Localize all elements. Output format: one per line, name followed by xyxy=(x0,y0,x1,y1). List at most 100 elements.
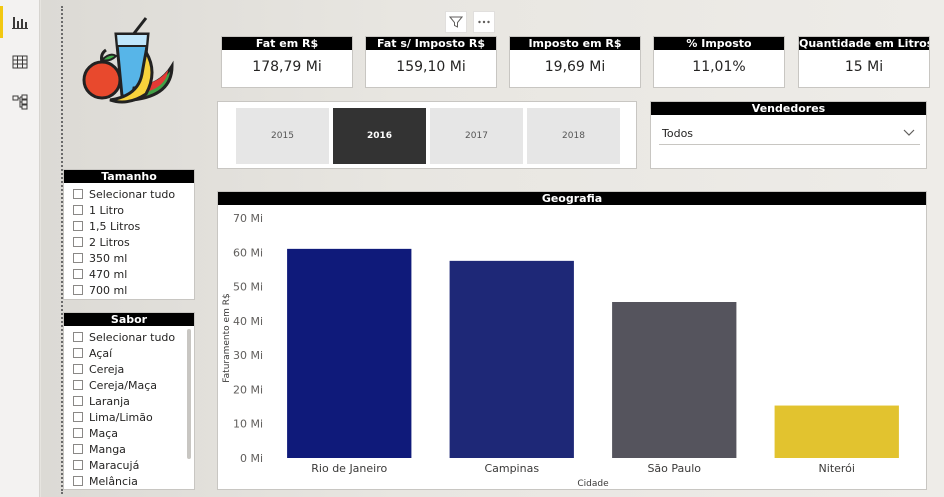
x-tick-label: Niterói xyxy=(819,462,855,475)
y-tick-label: 70 Mi xyxy=(233,212,263,225)
option-label: Laranja xyxy=(89,394,130,408)
visual-header xyxy=(445,11,497,33)
checkbox[interactable] xyxy=(73,221,83,231)
tamanho-option[interactable]: 700 ml xyxy=(64,282,194,298)
sabor-option[interactable]: Cereja xyxy=(64,361,194,377)
option-label: 1 Litro xyxy=(89,203,125,217)
checkbox[interactable] xyxy=(73,348,83,358)
checkbox[interactable] xyxy=(73,269,83,279)
x-tick-label: São Paulo xyxy=(647,462,701,475)
sabor-option[interactable]: Maça xyxy=(64,425,194,441)
checkbox[interactable] xyxy=(73,396,83,406)
checkbox[interactable] xyxy=(73,253,83,263)
vendedores-value: Todos xyxy=(662,127,694,140)
y-tick-label: 10 Mi xyxy=(233,418,263,431)
checkbox[interactable] xyxy=(73,237,83,247)
tamanho-option[interactable]: Selecionar tudo xyxy=(64,186,194,202)
checkbox[interactable] xyxy=(73,285,83,295)
kpi-card-fat[interactable]: Fat em R$ 178,79 Mi xyxy=(221,36,353,88)
option-label: Cereja/Maça xyxy=(89,378,158,392)
tamanho-slicer: Tamanho Selecionar tudo 1 Litro 1,5 Litr… xyxy=(63,169,195,300)
checkbox[interactable] xyxy=(73,428,83,438)
kpi-card-fat-sem-imposto[interactable]: Fat s/ Imposto R$ 159,10 Mi xyxy=(365,36,497,88)
checkbox[interactable] xyxy=(73,412,83,422)
sabor-option[interactable]: Cereja/Maça xyxy=(64,377,194,393)
sabor-scrollbar[interactable] xyxy=(187,329,191,459)
sabor-title: Sabor xyxy=(64,313,194,326)
x-axis-label: Cidade xyxy=(577,479,609,489)
sabor-option[interactable]: Lima/Limão xyxy=(64,409,194,425)
vendedores-title: Vendedores xyxy=(651,102,926,115)
kpi-card-pct-imposto[interactable]: % Imposto 11,01% xyxy=(653,36,785,88)
kpi-title: Fat em R$ xyxy=(222,37,352,50)
kpi-title: Fat s/ Imposto R$ xyxy=(366,37,496,50)
y-tick-label: 50 Mi xyxy=(233,281,263,294)
tamanho-option[interactable]: 350 ml xyxy=(64,250,194,266)
checkbox[interactable] xyxy=(73,205,83,215)
year-tile-2018[interactable]: 2018 xyxy=(527,108,620,164)
y-tick-label: 40 Mi xyxy=(233,315,263,328)
checkbox[interactable] xyxy=(73,189,83,199)
y-tick-label: 30 Mi xyxy=(233,349,263,362)
option-label: 470 ml xyxy=(89,267,128,281)
kpi-value: 11,01% xyxy=(692,59,746,75)
report-view-icon xyxy=(12,17,28,29)
sabor-slicer: Sabor Selecionar tudo Açaí Cereja Cereja… xyxy=(63,312,195,490)
sabor-option[interactable]: Melância xyxy=(64,473,194,489)
checkbox[interactable] xyxy=(73,380,83,390)
kpi-value: 178,79 Mi xyxy=(252,59,322,75)
model-view-button[interactable] xyxy=(0,84,40,120)
option-label: Maracujá xyxy=(89,458,140,472)
year-slicer: 2015 2016 2017 2018 xyxy=(217,101,637,169)
data-view-icon xyxy=(12,55,28,69)
kpi-title: % Imposto xyxy=(654,37,784,50)
tamanho-option[interactable]: 1 Litro xyxy=(64,202,194,218)
checkbox[interactable] xyxy=(73,444,83,454)
year-tile-2016[interactable]: 2016 xyxy=(333,108,426,164)
option-label: 1,5 Litros xyxy=(89,219,141,233)
kpi-title: Quantidade em Litros xyxy=(799,37,929,50)
data-view-button[interactable] xyxy=(0,44,40,80)
filter-button[interactable] xyxy=(445,11,467,33)
sabor-option[interactable]: Maracujá xyxy=(64,457,194,473)
option-label: Lima/Limão xyxy=(89,410,153,424)
y-axis-label: Faturamento em R$ xyxy=(222,293,232,382)
more-options-button[interactable] xyxy=(473,11,495,33)
sabor-option[interactable]: Laranja xyxy=(64,393,194,409)
checkbox[interactable] xyxy=(73,332,83,342)
option-label: Selecionar tudo xyxy=(89,187,176,201)
bar[interactable] xyxy=(287,248,412,458)
option-label: Maça xyxy=(89,426,119,440)
tamanho-option[interactable]: 1,5 Litros xyxy=(64,218,194,234)
bar[interactable] xyxy=(449,260,574,458)
option-label: Melância xyxy=(89,474,138,488)
juice-fruits-logo xyxy=(82,17,174,104)
checkbox[interactable] xyxy=(73,460,83,470)
sabor-option[interactable]: Açaí xyxy=(64,345,194,361)
kpi-card-quantidade[interactable]: Quantidade em Litros 15 Mi xyxy=(798,36,930,88)
year-tile-2015[interactable]: 2015 xyxy=(236,108,329,164)
report-view-button[interactable] xyxy=(0,4,40,40)
bar[interactable] xyxy=(774,405,899,458)
option-label: 700 ml xyxy=(89,283,128,297)
option-label: Selecionar tudo xyxy=(89,330,176,344)
x-tick-label: Rio de Janeiro xyxy=(311,462,387,475)
checkbox[interactable] xyxy=(73,364,83,374)
vendedores-slicer: Vendedores Todos xyxy=(650,101,927,169)
model-view-icon xyxy=(12,94,28,110)
year-tile-2017[interactable]: 2017 xyxy=(430,108,523,164)
tamanho-title: Tamanho xyxy=(64,170,194,183)
kpi-title: Imposto em R$ xyxy=(510,37,640,50)
filter-icon xyxy=(449,16,463,28)
option-label: 2 Litros xyxy=(89,235,130,249)
tamanho-option[interactable]: 2 Litros xyxy=(64,234,194,250)
checkbox[interactable] xyxy=(73,476,83,486)
sabor-option[interactable]: Selecionar tudo xyxy=(64,329,194,345)
vendedores-dropdown[interactable]: Todos xyxy=(659,123,920,145)
bar[interactable] xyxy=(612,302,737,458)
kpi-value: 15 Mi xyxy=(844,59,884,75)
kpi-card-imposto[interactable]: Imposto em R$ 19,69 Mi xyxy=(509,36,641,88)
tamanho-option[interactable]: 470 ml xyxy=(64,266,194,282)
sabor-option[interactable]: Manga xyxy=(64,441,194,457)
option-label: Açaí xyxy=(89,346,113,360)
